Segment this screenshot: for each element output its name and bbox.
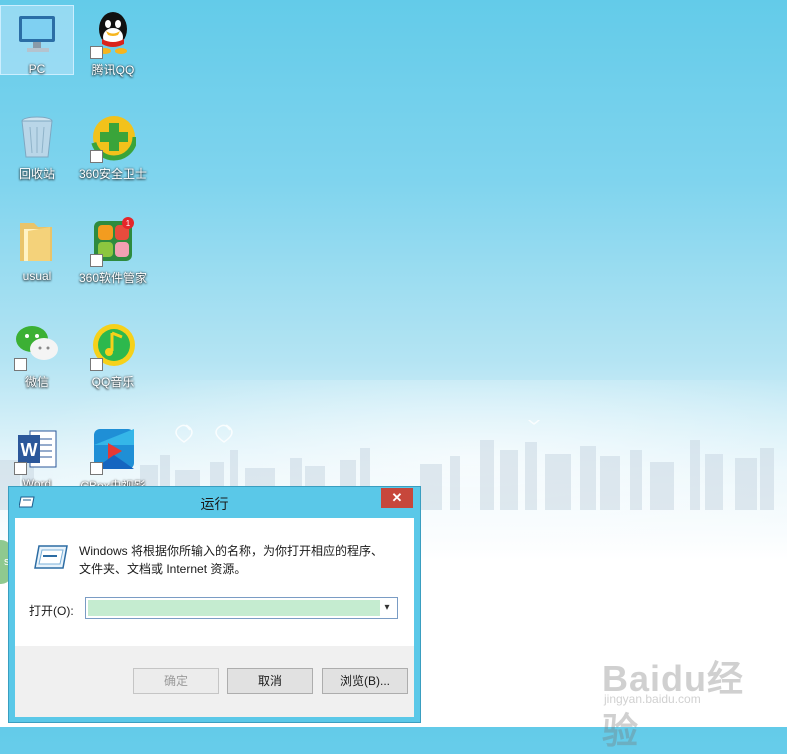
desktop-icon-label: 腾讯QQ bbox=[91, 63, 135, 77]
pc-icon bbox=[19, 16, 55, 52]
run-dialog: 运行 ✕ Windows 将根据你所输入的名称，为你打开相应的程序、 文件夹、文… bbox=[8, 486, 421, 723]
open-combobox[interactable]: ▾ bbox=[85, 597, 398, 619]
dialog-title: 运行 bbox=[200, 496, 229, 512]
ok-button[interactable]: 确定 bbox=[133, 668, 219, 694]
desktop-icon-recycle-bin[interactable]: 回收站 bbox=[0, 109, 74, 205]
dialog-client-area: Windows 将根据你所输入的名称，为你打开相应的程序、 文件夹、文档或 In… bbox=[15, 518, 414, 717]
desktop-icon-label: 360软件管家 bbox=[78, 271, 148, 285]
run-program-icon bbox=[34, 545, 68, 569]
desktop-icon-label: QQ音乐 bbox=[91, 375, 135, 389]
desktop-icon-360-software-manager[interactable]: 1 360软件管家 bbox=[76, 213, 150, 309]
close-button[interactable]: ✕ bbox=[381, 488, 413, 508]
shortcut-arrow-icon bbox=[14, 358, 27, 371]
shortcut-arrow-icon bbox=[90, 46, 103, 59]
dialog-titlebar[interactable]: 运行 ✕ bbox=[9, 487, 420, 517]
notification-badge: 1 bbox=[126, 219, 131, 228]
folder-icon bbox=[20, 223, 52, 261]
dropdown-arrow-icon[interactable]: ▾ bbox=[379, 598, 395, 618]
desktop-icon-360-security[interactable]: 360安全卫士 bbox=[76, 109, 150, 205]
desktop-icon-label: 360安全卫士 bbox=[78, 167, 148, 181]
shortcut-arrow-icon bbox=[90, 150, 103, 163]
baidu-watermark: Baidu经验 jingyan.baidu.com bbox=[602, 650, 772, 751]
shortcut-arrow-icon bbox=[90, 254, 103, 267]
open-label: 打开(O): bbox=[29, 604, 74, 618]
shortcut-arrow-icon bbox=[90, 462, 103, 475]
desktop-icon-usual[interactable]: usual bbox=[0, 213, 74, 309]
desktop-icon-wechat[interactable]: 微信 bbox=[0, 317, 74, 413]
description-line: 文件夹、文档或 Internet 资源。 bbox=[79, 562, 247, 576]
cancel-button[interactable]: 取消 bbox=[227, 668, 313, 694]
recycle-bin-icon bbox=[21, 116, 53, 158]
desktop-icon-pc[interactable]: PC bbox=[0, 5, 74, 76]
description-line: Windows 将根据你所输入的名称，为你打开相应的程序、 bbox=[79, 544, 384, 558]
shortcut-arrow-icon bbox=[14, 462, 27, 475]
desktop-icon-qq[interactable]: 腾讯QQ bbox=[76, 5, 150, 101]
shortcut-arrow-icon bbox=[90, 358, 103, 371]
dialog-description: Windows 将根据你所输入的名称，为你打开相应的程序、 文件夹、文档或 In… bbox=[79, 542, 399, 578]
dialog-content-panel: Windows 将根据你所输入的名称，为你打开相应的程序、 文件夹、文档或 In… bbox=[15, 518, 414, 646]
svg-text:W: W bbox=[21, 440, 38, 460]
watermark-url: jingyan.baidu.com bbox=[604, 692, 701, 706]
open-input[interactable] bbox=[88, 600, 380, 616]
desktop-icon-qq-music[interactable]: QQ音乐 bbox=[76, 317, 150, 413]
browse-button[interactable]: 浏览(B)... bbox=[322, 668, 408, 694]
